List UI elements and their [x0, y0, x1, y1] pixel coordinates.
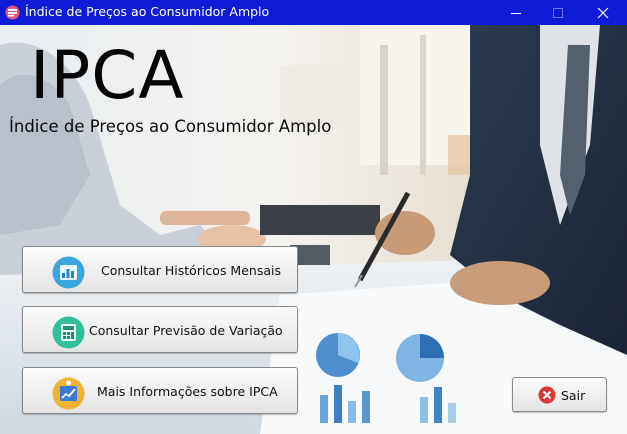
exit-button[interactable]: Sair: [512, 377, 607, 412]
main-window: Índice de Preços ao Consumidor Amplo IPC…: [0, 0, 627, 434]
page-title: IPCA: [30, 37, 185, 114]
page-subtitle: Índice de Preços ao Consumidor Amplo: [9, 117, 332, 136]
content-area: IPCA Índice de Preços ao Consumidor Ampl…: [0, 25, 627, 434]
growth-chart-icon: [52, 377, 85, 410]
previsao-label: Consultar Previsão de Variação: [89, 323, 283, 338]
historicos-label: Consultar Históricos Mensais: [101, 263, 281, 278]
minimize-button[interactable]: [496, 0, 536, 25]
title-bar[interactable]: Índice de Preços ao Consumidor Amplo: [0, 0, 627, 25]
maximize-button[interactable]: [538, 0, 578, 25]
calculator-icon: [52, 316, 85, 349]
close-button[interactable]: [583, 0, 623, 25]
minimize-icon: [511, 12, 521, 14]
historicos-button[interactable]: Consultar Históricos Mensais: [22, 246, 298, 293]
maximize-icon: [553, 7, 563, 18]
informacoes-button[interactable]: Mais Informações sobre IPCA: [22, 367, 298, 414]
window-title: Índice de Preços ao Consumidor Amplo: [25, 4, 270, 19]
close-icon: [597, 7, 609, 18]
informacoes-label: Mais Informações sobre IPCA: [97, 384, 278, 399]
bar-chart-icon: [52, 256, 85, 289]
exit-label: Sair: [561, 388, 586, 403]
previsao-button[interactable]: Consultar Previsão de Variação: [22, 306, 298, 353]
app-icon: [5, 5, 20, 20]
close-circle-icon: [538, 386, 556, 404]
